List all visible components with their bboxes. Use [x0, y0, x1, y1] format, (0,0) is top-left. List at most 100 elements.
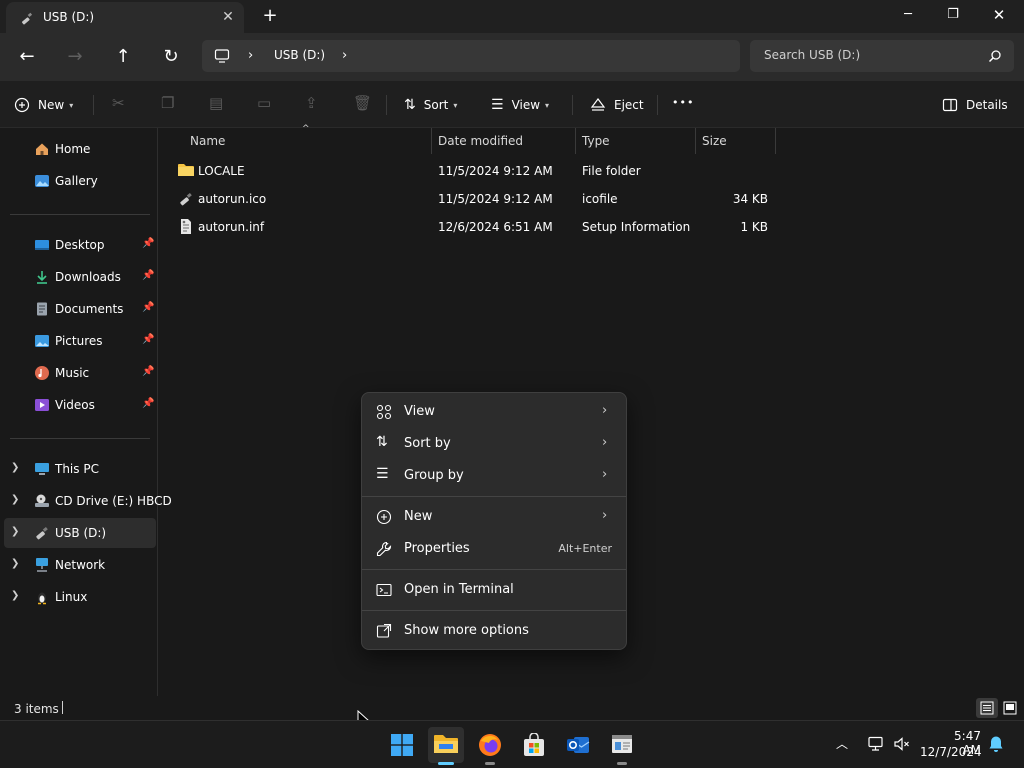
cut-icon[interactable]: ✂: [112, 94, 125, 122]
firefox-taskbar-button[interactable]: [472, 727, 508, 765]
breadcrumb-usb[interactable]: USB (D:): [274, 48, 325, 62]
sidebar-item-cd-drive[interactable]: ❯ CD Drive (E:) HBCD: [4, 486, 172, 516]
sidebar-item-gallery[interactable]: Gallery: [4, 166, 156, 196]
sort-button[interactable]: ⇅ Sort ▾: [404, 91, 470, 119]
menu-item-new[interactable]: New ›: [366, 501, 622, 533]
chevron-right-icon[interactable]: ❯: [11, 558, 19, 569]
store-taskbar-button[interactable]: [516, 727, 552, 763]
chevron-right-icon[interactable]: ❯: [11, 494, 19, 505]
sidebar-item-home[interactable]: Home: [4, 134, 156, 164]
sort-icon: ⇅: [376, 434, 388, 450]
restore-button[interactable]: ❐: [930, 0, 976, 32]
sidebar-item-downloads[interactable]: Downloads 📌: [4, 262, 156, 292]
file-name: autorun.ico: [198, 192, 267, 206]
view-lines-icon: ☰: [491, 97, 504, 113]
search-icon[interactable]: [988, 49, 1002, 63]
context-menu: View › ⇅ Sort by › ☰ Group by › New › Pr…: [361, 392, 627, 650]
rename-icon[interactable]: ▭: [257, 94, 271, 122]
menu-item-show-more-options[interactable]: Show more options: [366, 615, 622, 647]
more-options-icon[interactable]: •••: [672, 96, 694, 124]
this-pc-icon: [35, 463, 49, 475]
sidebar-item-pictures[interactable]: Pictures 📌: [4, 326, 156, 356]
up-button[interactable]: ↑: [107, 41, 139, 73]
sidebar-item-usb[interactable]: ❯ USB (D:): [4, 518, 156, 548]
sidebar-item-music[interactable]: Music 📌: [4, 358, 156, 388]
eject-icon: [590, 98, 606, 111]
minimize-button[interactable]: ─: [885, 0, 931, 32]
file-explorer-taskbar-button[interactable]: [428, 727, 464, 765]
inf-file-icon: [181, 219, 191, 234]
chevron-right-icon: ›: [602, 435, 608, 450]
network-icon: [36, 558, 48, 572]
pin-icon: 📌: [142, 302, 155, 313]
sort-ascending-icon: ^: [302, 124, 310, 134]
column-divider[interactable]: [775, 128, 776, 154]
file-type: Setup Information: [582, 220, 691, 234]
eject-button[interactable]: Eject: [590, 91, 650, 119]
view-button[interactable]: ☰ View ▾: [491, 91, 557, 119]
store-icon: [524, 733, 544, 756]
new-tab-button[interactable]: +: [258, 4, 282, 28]
delete-icon[interactable]: 🗑: [353, 94, 372, 122]
notification-bell-icon[interactable]: [988, 735, 1004, 753]
usb-drive-icon: [36, 526, 48, 540]
details-view-toggle[interactable]: [976, 698, 998, 718]
search-input[interactable]: Search USB (D:): [764, 48, 860, 62]
sidebar-item-network[interactable]: ❯ Network: [4, 550, 156, 580]
share-icon[interactable]: ⇪: [305, 94, 318, 122]
address-bar[interactable]: › USB (D:) ›: [202, 40, 740, 72]
close-tab-icon[interactable]: ✕: [218, 7, 238, 27]
close-window-button[interactable]: ✕: [976, 0, 1022, 32]
clock-date[interactable]: 12/7/2024: [920, 745, 982, 759]
wrench-icon: [376, 541, 392, 557]
tab-usb[interactable]: USB (D:) ✕: [6, 2, 244, 33]
file-type: icofile: [582, 192, 618, 206]
running-indicator: [485, 762, 495, 765]
chevron-right-icon[interactable]: ❯: [11, 462, 19, 473]
paste-icon[interactable]: ▤: [209, 94, 223, 122]
sidebar-item-desktop[interactable]: Desktop 📌: [4, 230, 156, 260]
file-row[interactable]: autorun.inf 12/6/2024 6:51 AM Setup Info…: [170, 213, 780, 241]
file-row[interactable]: LOCALE 11/5/2024 9:12 AM File folder: [170, 157, 780, 185]
menu-item-group-by[interactable]: ☰ Group by ›: [366, 460, 622, 492]
terminal-icon: [376, 583, 392, 597]
details-button[interactable]: Details: [942, 91, 1012, 119]
sidebar-item-linux[interactable]: ❯ Linux: [4, 582, 156, 612]
sidebar-item-this-pc[interactable]: ❯ This PC: [4, 454, 156, 484]
column-divider[interactable]: [575, 128, 576, 154]
outlook-taskbar-button[interactable]: [560, 727, 596, 763]
details-view-icon: [980, 701, 994, 715]
navigation-pane: Home Gallery Desktop 📌 Downloads 📌 Docum…: [0, 128, 172, 696]
chevron-right-icon[interactable]: ›: [342, 48, 347, 63]
menu-item-properties[interactable]: Properties Alt+Enter: [366, 533, 622, 565]
refresh-button[interactable]: ↻: [155, 41, 187, 73]
sidebar-item-videos[interactable]: Videos 📌: [4, 390, 156, 420]
sidebar-item-documents[interactable]: Documents 📌: [4, 294, 156, 324]
back-button[interactable]: ←: [11, 41, 43, 73]
chevron-right-icon[interactable]: ❯: [11, 526, 19, 537]
divider: [93, 95, 94, 115]
network-status-icon[interactable]: [867, 736, 885, 752]
menu-item-open-terminal[interactable]: Open in Terminal: [366, 574, 622, 606]
search-box[interactable]: Search USB (D:): [750, 40, 1014, 72]
forward-button[interactable]: →: [59, 41, 91, 73]
volume-muted-icon[interactable]: [893, 736, 911, 752]
show-hidden-icons-chevron-icon[interactable]: ︿: [836, 735, 848, 752]
column-divider[interactable]: [695, 128, 696, 154]
menu-item-view[interactable]: View ›: [366, 396, 622, 428]
tiles-view-toggle[interactable]: [1000, 698, 1020, 718]
divider: [10, 214, 150, 215]
copy-icon[interactable]: ❐: [161, 94, 174, 122]
start-button[interactable]: [384, 727, 420, 763]
file-date: 12/6/2024 6:51 AM: [438, 220, 553, 234]
file-row[interactable]: autorun.ico 11/5/2024 9:12 AM icofile 34…: [170, 185, 780, 213]
new-button[interactable]: New ▾: [14, 91, 82, 119]
chevron-right-icon[interactable]: ❯: [11, 590, 19, 601]
details-label: Details: [966, 98, 1008, 112]
file-name: autorun.inf: [198, 220, 265, 234]
tab-title: USB (D:): [43, 10, 95, 24]
column-divider[interactable]: [431, 128, 432, 154]
menu-item-sort-by[interactable]: ⇅ Sort by ›: [366, 428, 622, 460]
app-taskbar-button[interactable]: [604, 727, 640, 765]
running-indicator: [617, 762, 627, 765]
